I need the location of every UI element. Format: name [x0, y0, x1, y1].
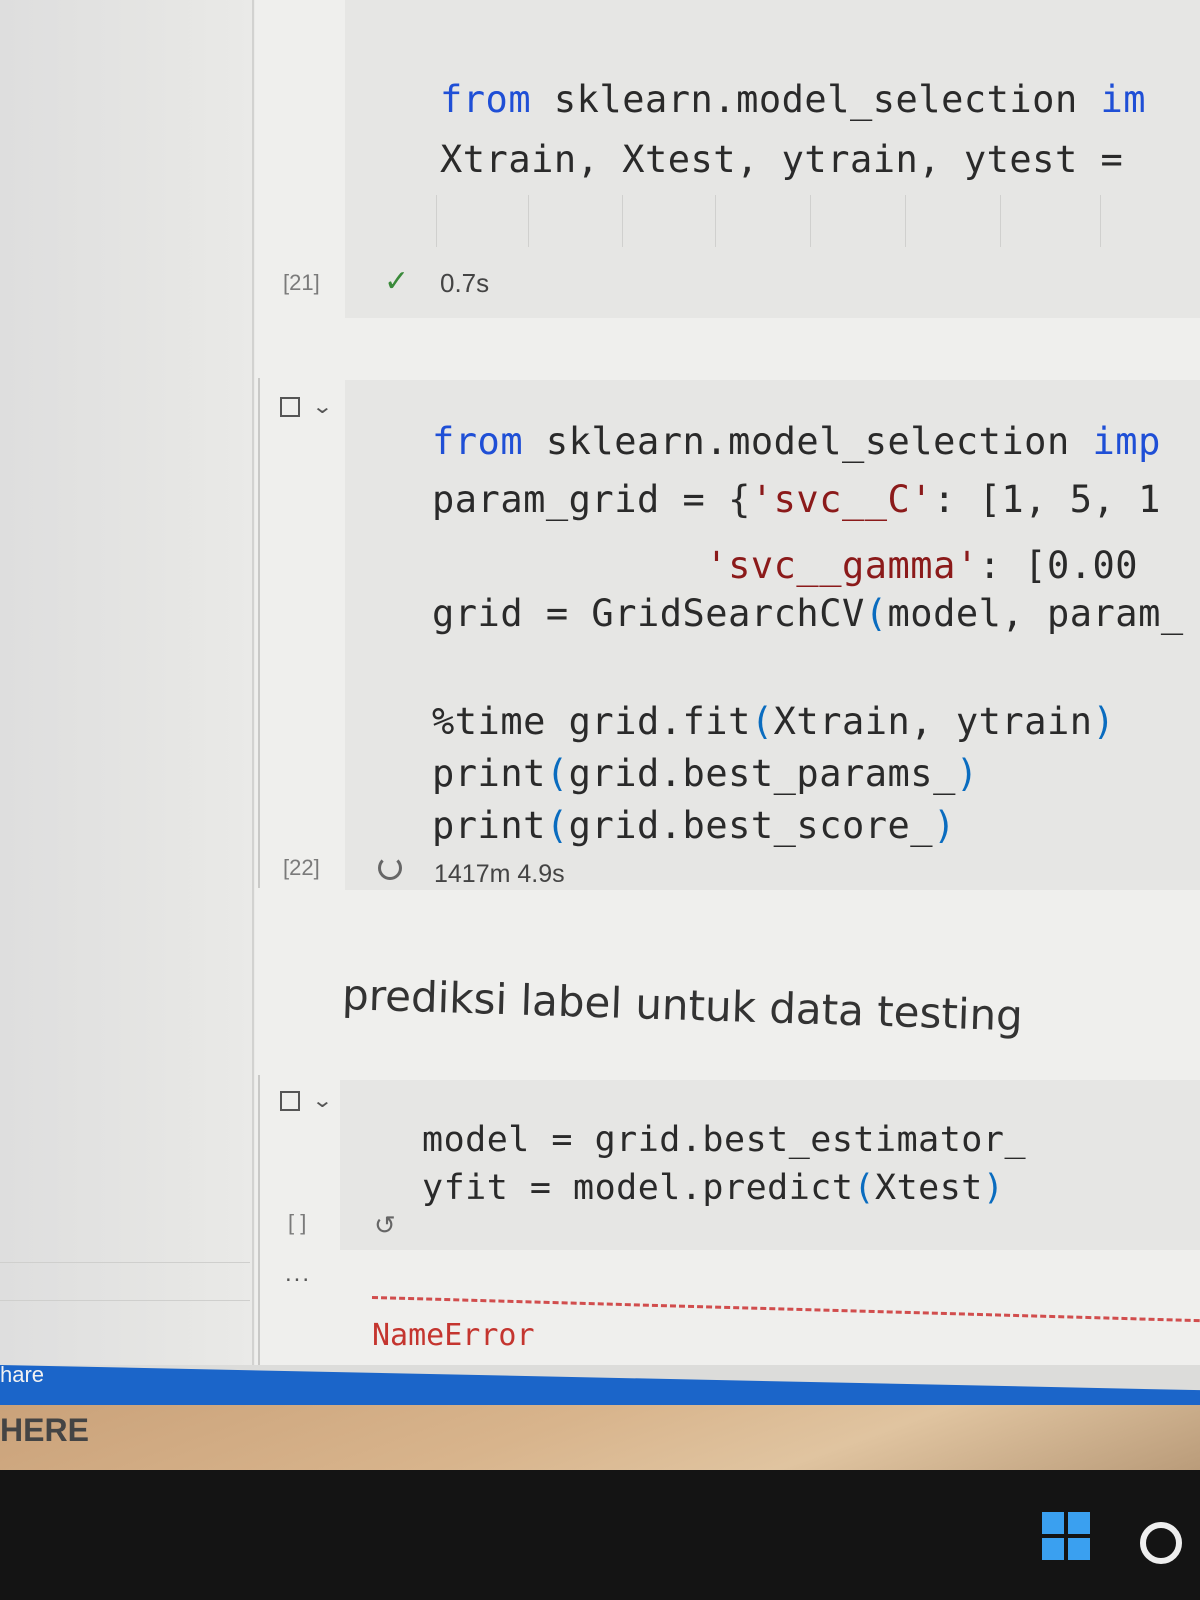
indent-guide [622, 195, 623, 247]
cell-border [258, 378, 260, 888]
indent-guide [436, 195, 437, 247]
code-line: 'svc__gamma': [0.00 [705, 544, 1139, 587]
indent-guide [810, 195, 811, 247]
code-line: %time grid.fit(Xtrain, ytrain) [432, 700, 1116, 743]
code-line: print(grid.best_params_) [432, 752, 979, 795]
code-line: from sklearn.model_selection imp [432, 420, 1161, 463]
error-name: NameError [372, 1318, 535, 1353]
code-line: Xtrain, Xtest, ytrain, ytest = [440, 138, 1124, 181]
indent-guide [715, 195, 716, 247]
execution-count: [21] [283, 270, 320, 295]
checkbox-icon[interactable] [280, 1090, 300, 1111]
chevron-down-icon[interactable]: ⌄ [311, 394, 333, 419]
execution-time: 0.7s [440, 268, 490, 298]
cell-toolbar: ⌄ [280, 1088, 333, 1113]
desk-label: HERE [0, 1412, 89, 1448]
cell-toolbar: ⌄ [280, 394, 333, 419]
code-line: model = grid.best_estimator_ [422, 1120, 1027, 1160]
execution-time: 1417m 4.9s [434, 860, 565, 888]
indent-guide [1000, 195, 1001, 247]
statusbar-label: hare [0, 1362, 45, 1387]
execution-count: [ ] [288, 1210, 307, 1235]
code-line: grid = GridSearchCV(model, param_ [432, 592, 1184, 635]
sidebar-divider [252, 0, 254, 1365]
sidebar-line [0, 1300, 250, 1301]
code-cell-pending[interactable] [340, 1080, 1200, 1250]
indent-guide [528, 195, 529, 247]
execution-count: [22] [283, 855, 320, 880]
code-line: print(grid.best_score_) [432, 804, 956, 847]
code-line: param_grid = {'svc__C': [1, 5, 1 [432, 478, 1161, 521]
indent-guide [1100, 195, 1101, 247]
windows-start-icon[interactable] [1042, 1512, 1090, 1560]
checkbox-icon[interactable] [280, 396, 300, 417]
left-sidebar [0, 0, 255, 1365]
cell-border [258, 1075, 260, 1365]
taskbar [0, 1470, 1200, 1600]
code-line: from sklearn.model_selection im [440, 78, 1147, 121]
indent-guide [905, 195, 906, 247]
sidebar-line [0, 1262, 250, 1263]
code-line: yfit = model.predict(Xtest) [422, 1168, 1005, 1208]
check-icon: ✓ [384, 265, 410, 298]
running-spinner-icon [378, 856, 402, 880]
chevron-down-icon[interactable]: ⌄ [311, 1088, 333, 1113]
output-ellipsis[interactable]: ... [285, 1260, 311, 1288]
search-icon[interactable] [1140, 1522, 1182, 1564]
history-icon: ↺ [374, 1210, 396, 1240]
